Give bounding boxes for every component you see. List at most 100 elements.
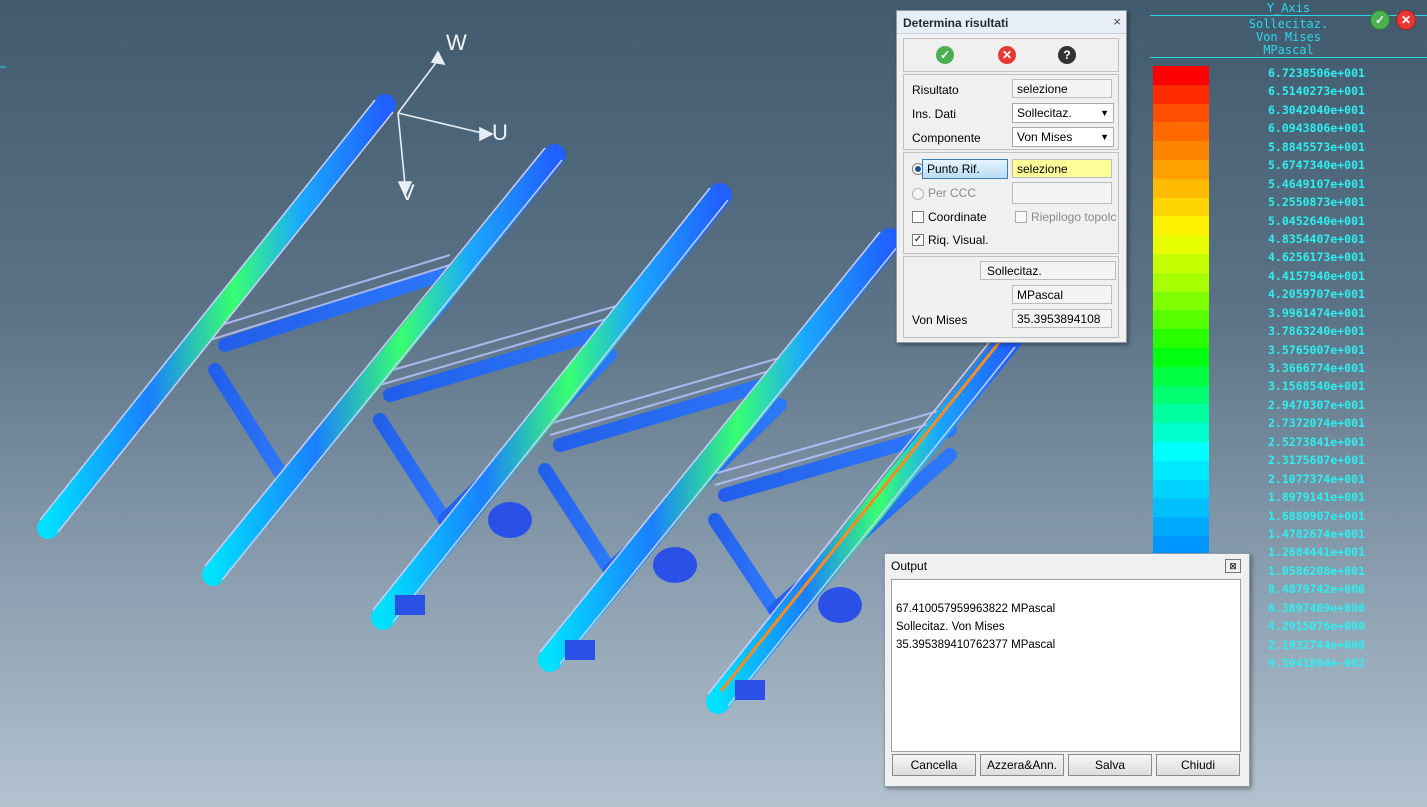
punto-rif-field[interactable]: selezione (1012, 159, 1112, 178)
per-ccc-label: Per CCC (928, 186, 977, 200)
azzera-ann-button[interactable]: Azzera&Ann. (980, 754, 1064, 776)
color-scale-value: 5.8845573e+001 (1268, 139, 1365, 154)
dialog-titlebar[interactable]: Determina risultati × (897, 11, 1126, 34)
color-scale-value: 4.8354407e+001 (1268, 231, 1365, 246)
legend-unit: MPascal (1263, 43, 1314, 57)
determina-risultati-dialog: Determina risultati × ✓ ✕ ? Risultato se… (896, 10, 1127, 343)
output-line: Sollecitaz. Von Mises (896, 621, 1005, 633)
color-scale-value: 5.4649107e+001 (1268, 176, 1365, 191)
output-title: Output (891, 559, 928, 573)
result-label: Von Mises (912, 313, 968, 327)
color-scale-value: 6.0943806e+001 (1268, 121, 1365, 136)
color-scale-swatch (1153, 441, 1209, 461)
coordinate-label: Coordinate (928, 210, 987, 224)
ins-dati-select[interactable]: Sollecitaz. ▼ (1012, 103, 1114, 123)
color-scale-value: 5.2550873e+001 (1268, 195, 1365, 210)
color-scale-value: 6.5140273e+001 (1268, 84, 1365, 99)
color-scale-swatch (1153, 272, 1209, 292)
color-scale-value: 4.4157940e+001 (1268, 268, 1365, 283)
color-scale-swatch (1153, 141, 1209, 160)
output-close-icon[interactable]: ⊠ (1225, 559, 1241, 573)
color-scale-value: 2.7372074e+001 (1268, 416, 1365, 431)
result-value-field: 35.3953894108 (1012, 309, 1112, 328)
color-scale-value: 4.2915076e+000 (1268, 619, 1365, 634)
color-scale-swatch (1153, 366, 1209, 386)
riepilogo-checkbox[interactable] (1015, 211, 1027, 223)
componente-select[interactable]: Von Mises ▼ (1012, 127, 1114, 147)
color-scale-swatch (1153, 103, 1209, 123)
risultato-field[interactable]: selezione (1012, 79, 1112, 98)
axis-u-label: U (492, 120, 508, 145)
color-scale-value: 3.5765007e+001 (1268, 342, 1365, 357)
cancella-button[interactable]: Cancella (892, 754, 976, 776)
dialog-result-group: Sollecitaz. MPascal Von Mises 35.3953894… (903, 256, 1119, 338)
result-unit-field: MPascal (1012, 285, 1112, 304)
cancel-x-icon[interactable]: ✕ (998, 46, 1016, 64)
ins-dati-value: Sollecitaz. (1017, 106, 1072, 120)
legend-bottom-line (1150, 57, 1427, 58)
componente-label: Componente (912, 131, 981, 145)
color-scale-swatch (1153, 460, 1209, 480)
color-scale-value: 9.5041064e-002 (1268, 656, 1365, 670)
color-scale-value: 3.9961474e+001 (1268, 305, 1365, 320)
per-ccc-radio[interactable] (912, 188, 924, 200)
output-line: 35.395389410762377 MPascal (896, 639, 1056, 651)
color-scale-swatch (1153, 216, 1209, 236)
riq-visual-label: Riq. Visual. (928, 233, 989, 247)
confirm-check-icon[interactable]: ✓ (1370, 10, 1390, 30)
color-scale-value: 3.3666774e+001 (1268, 361, 1365, 375)
color-scale-value: 6.3897409e+000 (1268, 600, 1365, 615)
dialog-title: Determina risultati (903, 16, 1009, 30)
color-scale-value: 5.6747340e+001 (1268, 158, 1365, 173)
color-scale-value: 5.0452640e+001 (1268, 213, 1365, 228)
color-scale-value: 6.3042040e+001 (1268, 102, 1365, 117)
ok-check-icon[interactable]: ✓ (936, 46, 954, 64)
color-scale-bar (1153, 66, 1209, 556)
output-text-area[interactable]: 67.410057959963822 MPascal Sollecitaz. V… (891, 579, 1241, 752)
color-scale-value: 2.1932744e+000 (1268, 637, 1365, 652)
componente-value: Von Mises (1017, 130, 1073, 144)
risultato-label: Risultato (912, 83, 959, 97)
color-scale-value: 3.7863240e+001 (1268, 324, 1365, 339)
color-scale-value: 6.7238506e+001 (1268, 66, 1365, 80)
riq-visual-checkbox[interactable]: ✓ (912, 234, 924, 246)
dialog-action-group: ✓ ✕ ? (903, 38, 1119, 72)
legend-component: Von Mises (1255, 30, 1322, 44)
dialog-close-icon[interactable]: × (1113, 14, 1121, 29)
color-scale-swatch (1153, 84, 1209, 104)
color-scale-value: 4.6256173e+001 (1268, 250, 1365, 265)
riepilogo-label: Riepilogo topolc (1031, 210, 1116, 224)
color-scale-value: 8.4879742e+000 (1268, 582, 1365, 597)
output-window: Output ⊠ 67.410057959963822 MPascal Soll… (884, 553, 1250, 787)
color-scale-swatch (1153, 159, 1209, 179)
output-line: 67.410057959963822 MPascal (896, 603, 1056, 615)
color-scale-value: 4.2059707e+001 (1268, 287, 1365, 302)
punto-rif-button[interactable]: Punto Rif. (922, 159, 1008, 179)
color-scale-value: 2.1077374e+001 (1268, 471, 1365, 486)
color-scale-value: 1.2684441e+001 (1268, 545, 1365, 560)
chevron-down-icon: ▼ (1100, 132, 1109, 142)
salva-button[interactable]: Salva (1068, 754, 1152, 776)
color-scale-swatch (1153, 535, 1209, 555)
color-scale-swatch (1153, 347, 1209, 367)
color-scale-swatch (1153, 197, 1209, 217)
per-ccc-field[interactable] (1012, 182, 1112, 204)
color-scale-swatch (1153, 423, 1209, 442)
chiudi-button[interactable]: Chiudi (1156, 754, 1240, 776)
dialog-data-group: Risultato selezione Ins. Dati Sollecitaz… (903, 74, 1119, 150)
coordinate-checkbox[interactable] (912, 211, 924, 223)
axis-w-label: W (446, 30, 467, 55)
color-scale-swatch (1153, 253, 1209, 273)
color-scale-swatch (1153, 385, 1209, 405)
color-scale-value: 1.8979141e+001 (1268, 490, 1365, 505)
color-scale-values: 6.7238506e+001 6.5140273e+001 6.3042040e+0… (1268, 64, 1378, 672)
color-scale-value: 3.1568540e+001 (1268, 379, 1365, 394)
color-scale-swatch (1153, 404, 1209, 424)
axis-triad (397, 50, 494, 197)
dialog-options-group: Punto Rif. selezione Per CCC Coordinate … (903, 152, 1119, 254)
color-scale-swatch (1153, 122, 1209, 142)
cancel-x-icon[interactable]: ✕ (1396, 10, 1416, 30)
help-icon[interactable]: ? (1058, 46, 1076, 64)
color-scale-value: 2.9470307e+001 (1268, 397, 1365, 412)
color-scale-swatch (1153, 66, 1209, 85)
